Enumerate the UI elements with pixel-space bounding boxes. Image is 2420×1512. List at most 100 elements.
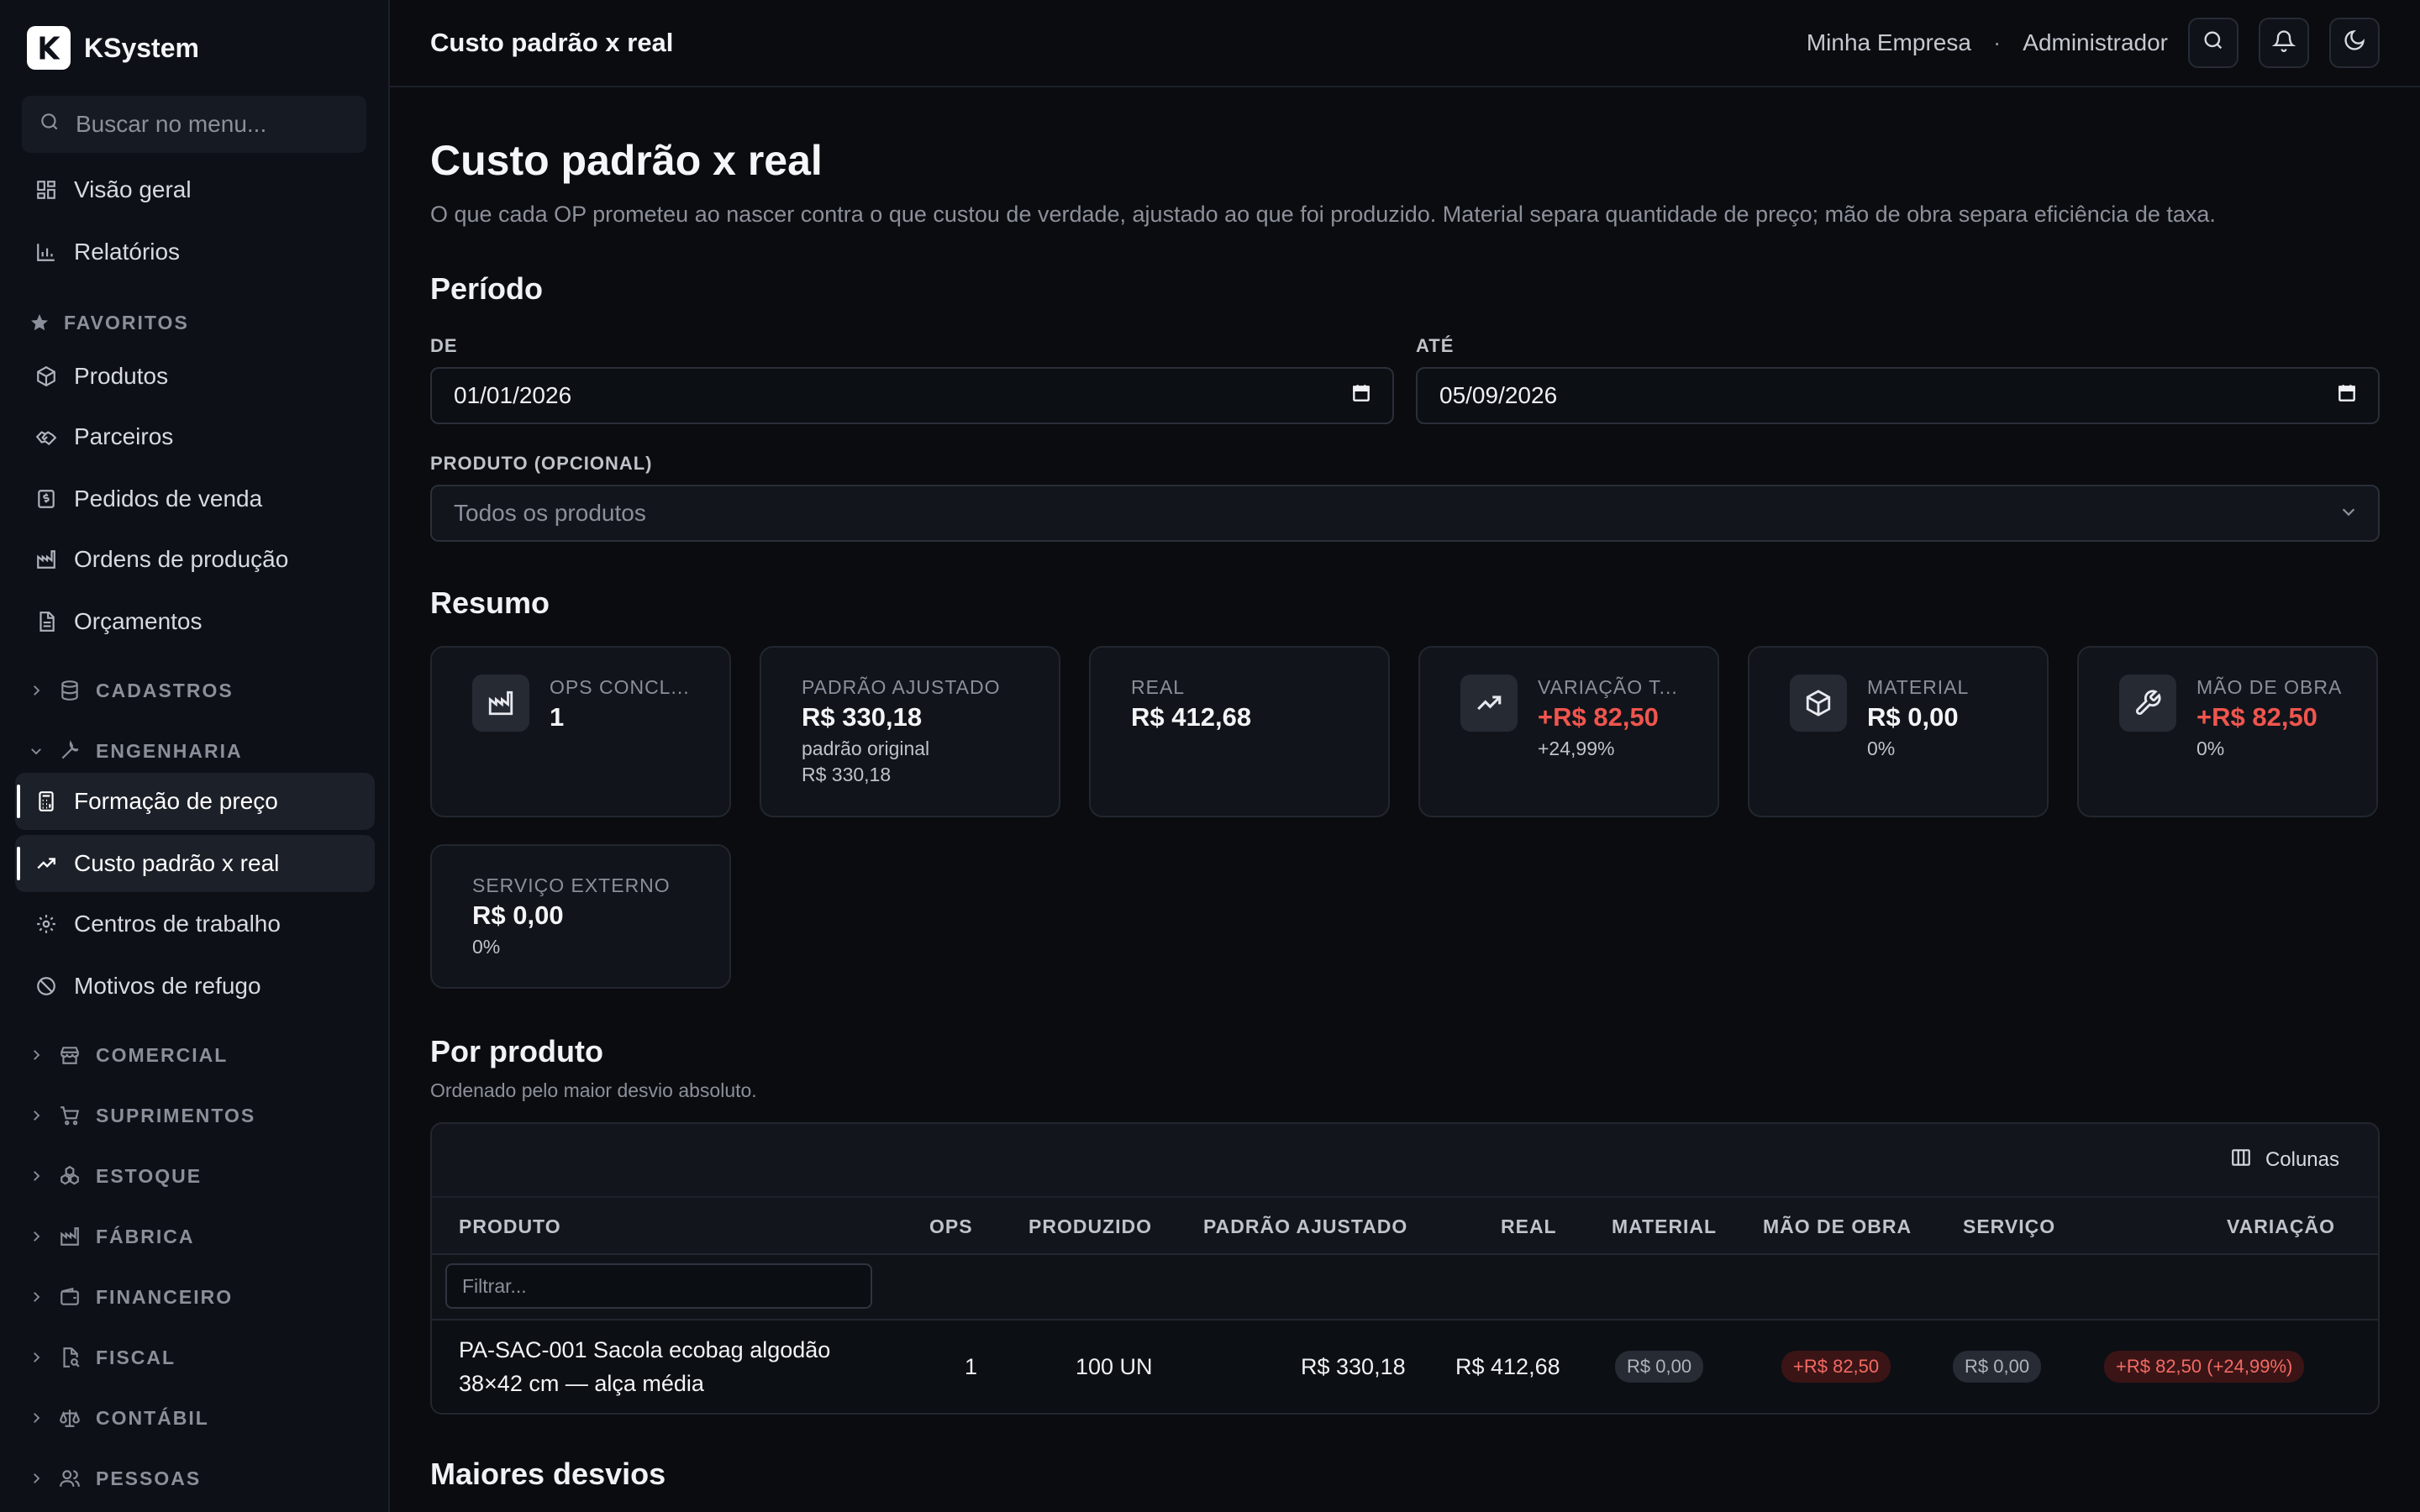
sidebar-group-engenharia[interactable]: ENGENHARIA [27, 734, 243, 768]
notifications-button[interactable] [2259, 18, 2309, 68]
card-padrao-ajustado: PADRÃO AJUSTADO R$ 330,18 padrão origina… [760, 646, 1060, 817]
sidebar-item-custo-padrao-real[interactable]: Custo padrão x real [15, 835, 375, 892]
chevron-right-icon [27, 1410, 45, 1425]
periodo-dates: DE 01/01/2026 ATÉ 05/09/2026 [430, 335, 2380, 424]
theme-toggle-button[interactable] [2329, 18, 2380, 68]
date-from-value: 01/01/2026 [454, 382, 572, 408]
sidebar-group-pessoas[interactable]: PESSOAS [27, 1462, 201, 1495]
column-header-material[interactable]: MATERIAL [1612, 1198, 1717, 1255]
sidebar-search-input[interactable]: Buscar no menu... [22, 96, 366, 153]
column-header-ops[interactable]: OPS [929, 1198, 973, 1255]
sidebar-group-fabrica[interactable]: FÁBRICA [27, 1220, 195, 1253]
column-header-mao-de-obra[interactable]: MÃO DE OBRA [1763, 1198, 1912, 1255]
card-sub: +24,99% [1538, 738, 1615, 759]
dollar-receipt-icon [34, 486, 59, 512]
card-label: MÃO DE OBRA [2196, 676, 2343, 698]
chevron-right-icon [27, 1289, 45, 1305]
sidebar-item-visao-geral[interactable]: Visão geral [15, 161, 375, 218]
column-header-produto[interactable]: PRODUTO [459, 1198, 561, 1255]
sidebar-group-contabil[interactable]: CONTÁBIL [27, 1401, 209, 1435]
sidebar-item-label: Motivos de refugo [74, 973, 261, 999]
trending-up-icon [1460, 675, 1518, 732]
card-real: REAL R$ 412,68 [1089, 646, 1390, 817]
card-ops-concluidas: OPS CONCL... 1 [430, 646, 731, 817]
sidebar-item-motivos-refugo[interactable]: Motivos de refugo [15, 958, 375, 1015]
date-to-label: ATÉ [1416, 335, 1455, 356]
sidebar-group-fiscal[interactable]: FISCAL [27, 1341, 176, 1374]
column-header-variacao[interactable]: VARIAÇÃO [2227, 1198, 2335, 1255]
brand[interactable]: KSystem [0, 0, 388, 96]
column-header-padrao[interactable]: PADRÃO AJUSTADO [1203, 1198, 1407, 1255]
dashboard-icon [34, 177, 59, 202]
chevron-down-icon [2339, 500, 2358, 527]
chevron-right-icon [27, 1350, 45, 1365]
cell-padrao: R$ 330,18 [1301, 1353, 1406, 1379]
box-icon [1790, 675, 1847, 732]
search-button[interactable] [2188, 18, 2238, 68]
table-filter-input[interactable]: Filtrar... [445, 1263, 872, 1309]
por-produto-title: Por produto [430, 1034, 603, 1068]
sidebar-item-label: Centros de trabalho [74, 911, 281, 937]
product-filter-group: PRODUTO (OPCIONAL) Todos os produtos [430, 453, 2380, 542]
chevron-right-icon [27, 1108, 45, 1123]
store-icon [57, 1042, 82, 1068]
sidebar-group-suprimentos[interactable]: SUPRIMENTOS [27, 1099, 255, 1132]
sidebar-item-formacao-preco[interactable]: Formação de preço [15, 773, 375, 830]
sidebar-group-cadastros[interactable]: CADASTROS [27, 674, 234, 707]
cell-variacao: +R$ 82,50 (+24,99%) [2104, 1320, 2305, 1413]
cell-real: R$ 412,68 [1455, 1353, 1560, 1379]
columns-button[interactable]: Colunas [2230, 1147, 2339, 1174]
cell-mao-de-obra: +R$ 82,50 [1781, 1320, 1891, 1413]
topbar-title: Custo padrão x real [430, 28, 674, 57]
chevron-right-icon [27, 683, 45, 698]
company-selector[interactable]: Minha Empresa [1807, 29, 1971, 56]
database-icon [57, 678, 82, 703]
sidebar-item-centros-trabalho[interactable]: Centros de trabalho [15, 895, 375, 953]
page-title: Custo padrão x real [430, 137, 823, 184]
date-to-input[interactable]: 05/09/2026 [1416, 367, 2380, 424]
user-menu[interactable]: Administrador [2023, 29, 2168, 56]
por-produto-table: Colunas PRODUTO OPS PRODUZIDO PADRÃO AJU… [430, 1122, 2380, 1415]
page-content: Custo padrão x real O que cada OP promet… [390, 87, 2420, 1492]
chevron-right-icon [27, 1168, 45, 1184]
column-header-servico[interactable]: SERVIÇO [1963, 1198, 2055, 1255]
card-label: PADRÃO AJUSTADO [802, 676, 1001, 698]
topbar: Custo padrão x real Minha Empresa · Admi… [390, 0, 2420, 87]
sidebar-group-comercial[interactable]: COMERCIAL [27, 1038, 228, 1072]
card-label: OPS CONCL... [550, 676, 690, 698]
date-from-group: DE 01/01/2026 [430, 335, 1394, 424]
sidebar-group-financeiro[interactable]: FINANCEIRO [27, 1280, 233, 1314]
factory-icon [472, 675, 529, 732]
date-to-value: 05/09/2026 [1439, 382, 1558, 408]
wrench-icon [57, 738, 82, 764]
product-filter-label: PRODUTO (OPCIONAL) [430, 453, 653, 474]
columns-icon [2230, 1147, 2252, 1174]
cell-produzido: 100 UN [1076, 1353, 1153, 1379]
sidebar-group-estoque[interactable]: ESTOQUE [27, 1159, 202, 1193]
card-sub: padrão original [802, 738, 930, 759]
sidebar-section-favoritos: FAVORITOS [27, 306, 189, 339]
main-area: Custo padrão x real Minha Empresa · Admi… [390, 0, 2420, 1512]
card-value: 1 [550, 702, 565, 732]
product-select[interactable]: Todos os produtos [430, 485, 2380, 542]
calendar-icon[interactable] [1350, 382, 1372, 410]
sidebar-item-label: Formação de preço [74, 788, 278, 814]
sidebar-item-pedidos-venda[interactable]: Pedidos de venda [15, 470, 375, 528]
table-row[interactable]: PA-SAC-001 Sacola ecobag algodão 38×42 c… [432, 1320, 2378, 1413]
resumo-title: Resumo [430, 585, 550, 620]
column-header-real[interactable]: REAL [1501, 1198, 1557, 1255]
sidebar-item-produtos[interactable]: Produtos [15, 348, 375, 405]
sidebar-item-relatorios[interactable]: Relatórios [15, 223, 375, 281]
factory-icon [57, 1224, 82, 1249]
product-select-value: Todos os produtos [454, 500, 646, 526]
ban-icon [34, 974, 59, 999]
card-variacao-total: VARIAÇÃO T... +R$ 82,50 +24,99% [1418, 646, 1719, 817]
sidebar-item-ordens-producao[interactable]: Ordens de produção [15, 531, 375, 588]
sidebar-item-parceiros[interactable]: Parceiros [15, 408, 375, 465]
column-header-produzido[interactable]: PRODUZIDO [1028, 1198, 1152, 1255]
topbar-actions: Minha Empresa · Administrador [1807, 18, 2380, 68]
calendar-icon[interactable] [2336, 382, 2358, 410]
periodo-title: Período [430, 271, 544, 306]
date-from-input[interactable]: 01/01/2026 [430, 367, 1394, 424]
sidebar-item-orcamentos[interactable]: Orçamentos [15, 593, 375, 650]
